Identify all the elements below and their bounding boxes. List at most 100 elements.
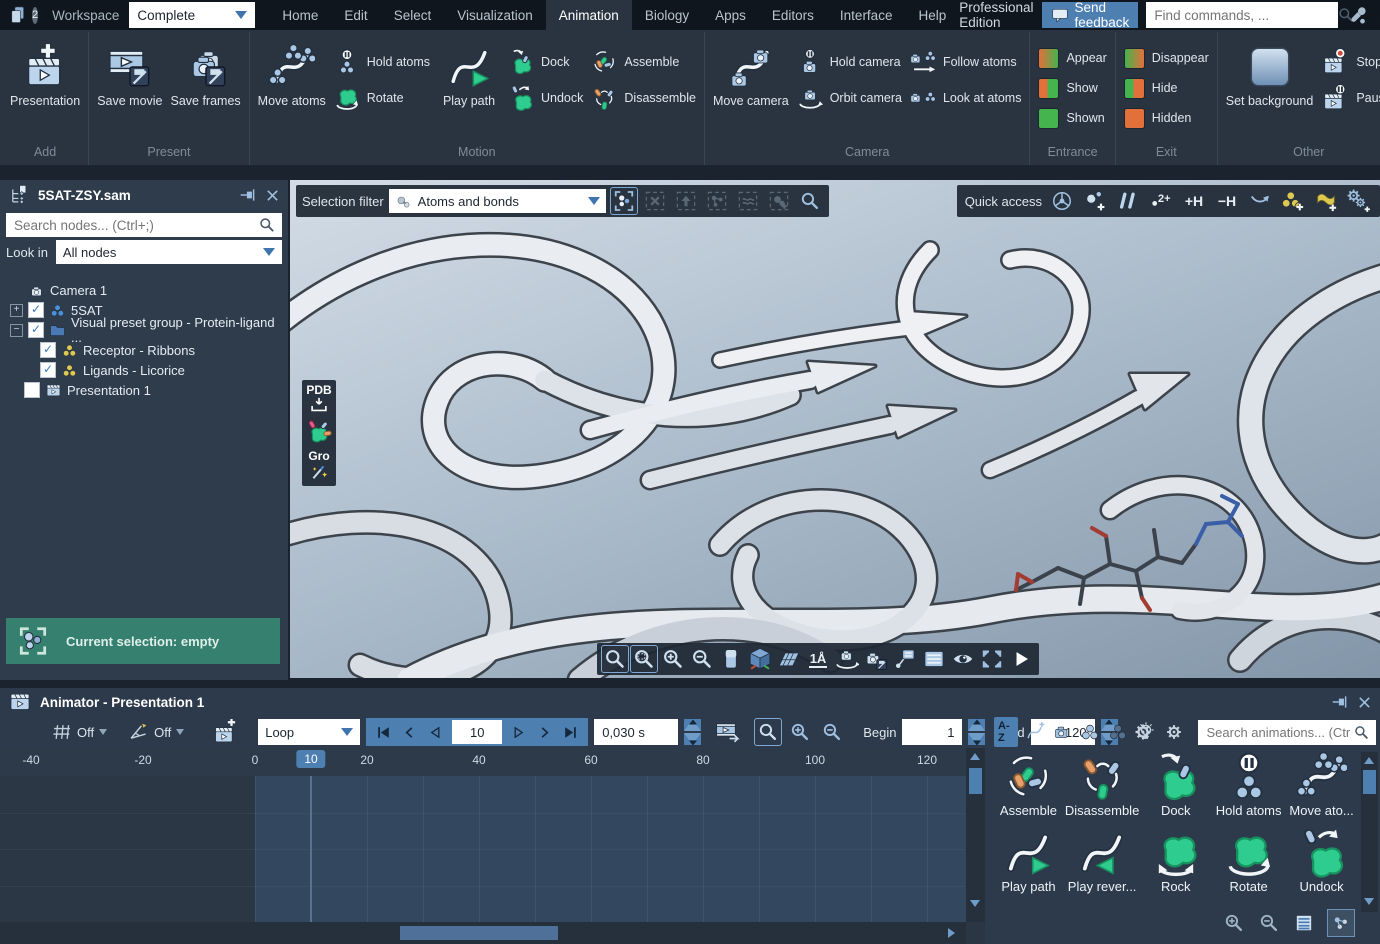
close-icon[interactable] bbox=[265, 188, 280, 203]
loop-mode-select[interactable]: Loop bbox=[258, 719, 360, 745]
menu-home[interactable]: Home bbox=[269, 0, 331, 30]
grid-toggle[interactable]: Off bbox=[50, 721, 107, 743]
menu-animation[interactable]: Animation bbox=[546, 0, 632, 30]
play-reverse-button[interactable] bbox=[423, 720, 448, 744]
zoom-out-button[interactable] bbox=[689, 646, 715, 672]
deselect-button[interactable] bbox=[642, 188, 668, 214]
animation-assemble[interactable]: Assemble bbox=[992, 752, 1065, 818]
search-animations-box[interactable] bbox=[1198, 720, 1376, 745]
find-commands-input[interactable] bbox=[1152, 7, 1333, 24]
minimize-energy-icon[interactable] bbox=[1247, 188, 1273, 214]
zoom-in-button[interactable] bbox=[660, 646, 686, 672]
scroll-right-icon[interactable] bbox=[948, 928, 955, 938]
orientation-cube-button[interactable] bbox=[747, 646, 773, 672]
send-feedback-button[interactable]: Send feedback bbox=[1042, 2, 1139, 28]
timeline-zoom-out-button[interactable] bbox=[819, 719, 845, 745]
save-frames-button[interactable]: Save frames bbox=[171, 40, 241, 108]
begin-spinner[interactable] bbox=[968, 719, 985, 745]
search-icon[interactable] bbox=[1353, 724, 1370, 741]
undock-button[interactable]: Undock bbox=[508, 86, 583, 110]
presentation-button[interactable]: Presentation bbox=[10, 40, 80, 108]
add-hydrogens-button[interactable]: +H bbox=[1181, 188, 1207, 214]
zoom-selection-button[interactable] bbox=[797, 188, 823, 214]
scale-indicator-button[interactable]: 1Å bbox=[805, 646, 831, 672]
scroll-down-icon[interactable] bbox=[970, 900, 980, 907]
animation-play-reverse[interactable]: Play rever... bbox=[1065, 828, 1139, 894]
pause-button[interactable]: Pause bbox=[1321, 86, 1380, 110]
animation-move-atoms[interactable]: Move ato... bbox=[1285, 752, 1358, 818]
scroll-up-icon[interactable] bbox=[970, 753, 980, 760]
animation-undock[interactable]: Undock bbox=[1285, 828, 1358, 894]
hold-camera-button[interactable]: Hold camera bbox=[797, 50, 902, 74]
checkbox-checked[interactable]: ✓ bbox=[28, 302, 44, 318]
list-view-button[interactable] bbox=[1293, 912, 1315, 934]
timeline-vertical-scrollbar[interactable] bbox=[966, 748, 985, 922]
menu-edit[interactable]: Edit bbox=[331, 0, 380, 30]
checkbox-unchecked[interactable] bbox=[24, 382, 40, 398]
dock-button[interactable]: Dock bbox=[508, 50, 583, 74]
menu-apps[interactable]: Apps bbox=[702, 0, 759, 30]
add-keyframe-button[interactable] bbox=[212, 719, 238, 745]
sort-az-button[interactable]: A-Z bbox=[994, 717, 1018, 747]
play-button[interactable] bbox=[1008, 646, 1034, 672]
graph-view-button[interactable] bbox=[1328, 910, 1354, 936]
app-icon[interactable] bbox=[8, 5, 28, 25]
animation-hold-atoms[interactable]: Hold atoms bbox=[1212, 752, 1285, 818]
set-charge-button[interactable]: ●2+ bbox=[1148, 188, 1174, 214]
search-nodes-input[interactable] bbox=[12, 217, 258, 234]
checkbox-checked[interactable]: ✓ bbox=[28, 322, 44, 338]
show-button[interactable]: Show bbox=[1038, 76, 1106, 100]
disassemble-button[interactable]: Disassemble bbox=[591, 86, 696, 110]
hide-button[interactable]: Hide bbox=[1124, 76, 1209, 100]
skip-to-end-button[interactable] bbox=[558, 720, 583, 744]
workspace-select[interactable]: Complete bbox=[129, 2, 255, 28]
timeline-zoom-fit-button[interactable] bbox=[755, 719, 781, 745]
hidden-button[interactable]: Hidden bbox=[1124, 106, 1209, 130]
search-animations-input[interactable] bbox=[1204, 724, 1353, 741]
visibility-button[interactable] bbox=[950, 646, 976, 672]
animation-disassemble[interactable]: Disassemble bbox=[1065, 752, 1139, 818]
orbit-view-button[interactable] bbox=[834, 646, 860, 672]
snap-toggle[interactable]: Off bbox=[127, 721, 184, 743]
skip-to-start-button[interactable] bbox=[371, 720, 396, 744]
annotation-button[interactable] bbox=[892, 646, 918, 672]
expand-selection-up-button[interactable] bbox=[673, 188, 699, 214]
timeline-grid[interactable] bbox=[0, 776, 966, 922]
frame-duration-spinner[interactable] bbox=[684, 719, 701, 745]
filter-effects-icon[interactable] bbox=[1135, 719, 1158, 745]
export-movie-button[interactable] bbox=[715, 719, 741, 745]
assemble-button[interactable]: Assemble bbox=[591, 50, 696, 74]
appear-button[interactable]: Appear bbox=[1038, 46, 1106, 70]
zoom-region-button[interactable] bbox=[631, 646, 657, 672]
begin-value-box[interactable]: 1 bbox=[902, 719, 962, 745]
search-nodes-box[interactable] bbox=[6, 213, 282, 237]
current-frame-marker[interactable]: 10 bbox=[296, 750, 325, 768]
search-icon[interactable] bbox=[258, 216, 276, 234]
timeline-playhead[interactable] bbox=[310, 776, 312, 922]
add-molecule-icon[interactable] bbox=[1280, 188, 1306, 214]
tree-row-visual-preset-group[interactable]: − ✓ Visual preset group - Protein-ligand… bbox=[10, 320, 288, 340]
expander-plus[interactable]: + bbox=[10, 304, 23, 317]
menu-visualization[interactable]: Visualization bbox=[444, 0, 546, 30]
shown-button[interactable]: Shown bbox=[1038, 106, 1106, 130]
look-in-select[interactable]: All nodes bbox=[56, 240, 282, 264]
add-preset-icon[interactable] bbox=[1313, 188, 1339, 214]
tree-row-camera1[interactable]: Camera 1 bbox=[10, 280, 288, 300]
filter-structure-icon[interactable] bbox=[1079, 719, 1102, 745]
play-path-button[interactable]: Play path bbox=[438, 40, 500, 108]
add-atom-icon[interactable] bbox=[1082, 188, 1108, 214]
scrollbar-thumb[interactable] bbox=[969, 768, 982, 794]
simulation-settings-icon[interactable] bbox=[1346, 188, 1372, 214]
remove-hydrogens-button[interactable]: −H bbox=[1214, 188, 1240, 214]
docking-tool-button[interactable] bbox=[306, 420, 332, 446]
notification-badge[interactable]: 2 bbox=[32, 7, 38, 24]
find-commands-box[interactable] bbox=[1146, 2, 1338, 28]
menu-biology[interactable]: Biology bbox=[632, 0, 702, 30]
background-button[interactable] bbox=[718, 646, 744, 672]
library-settings-icon[interactable] bbox=[1163, 719, 1186, 745]
timeline-horizontal-scrollbar[interactable] bbox=[0, 922, 966, 944]
animation-play-path[interactable]: Play path bbox=[992, 828, 1065, 894]
select-similar-button[interactable] bbox=[735, 188, 761, 214]
menu-editors[interactable]: Editors bbox=[759, 0, 827, 30]
look-at-atoms-button[interactable]: Look at atoms bbox=[910, 86, 1022, 110]
